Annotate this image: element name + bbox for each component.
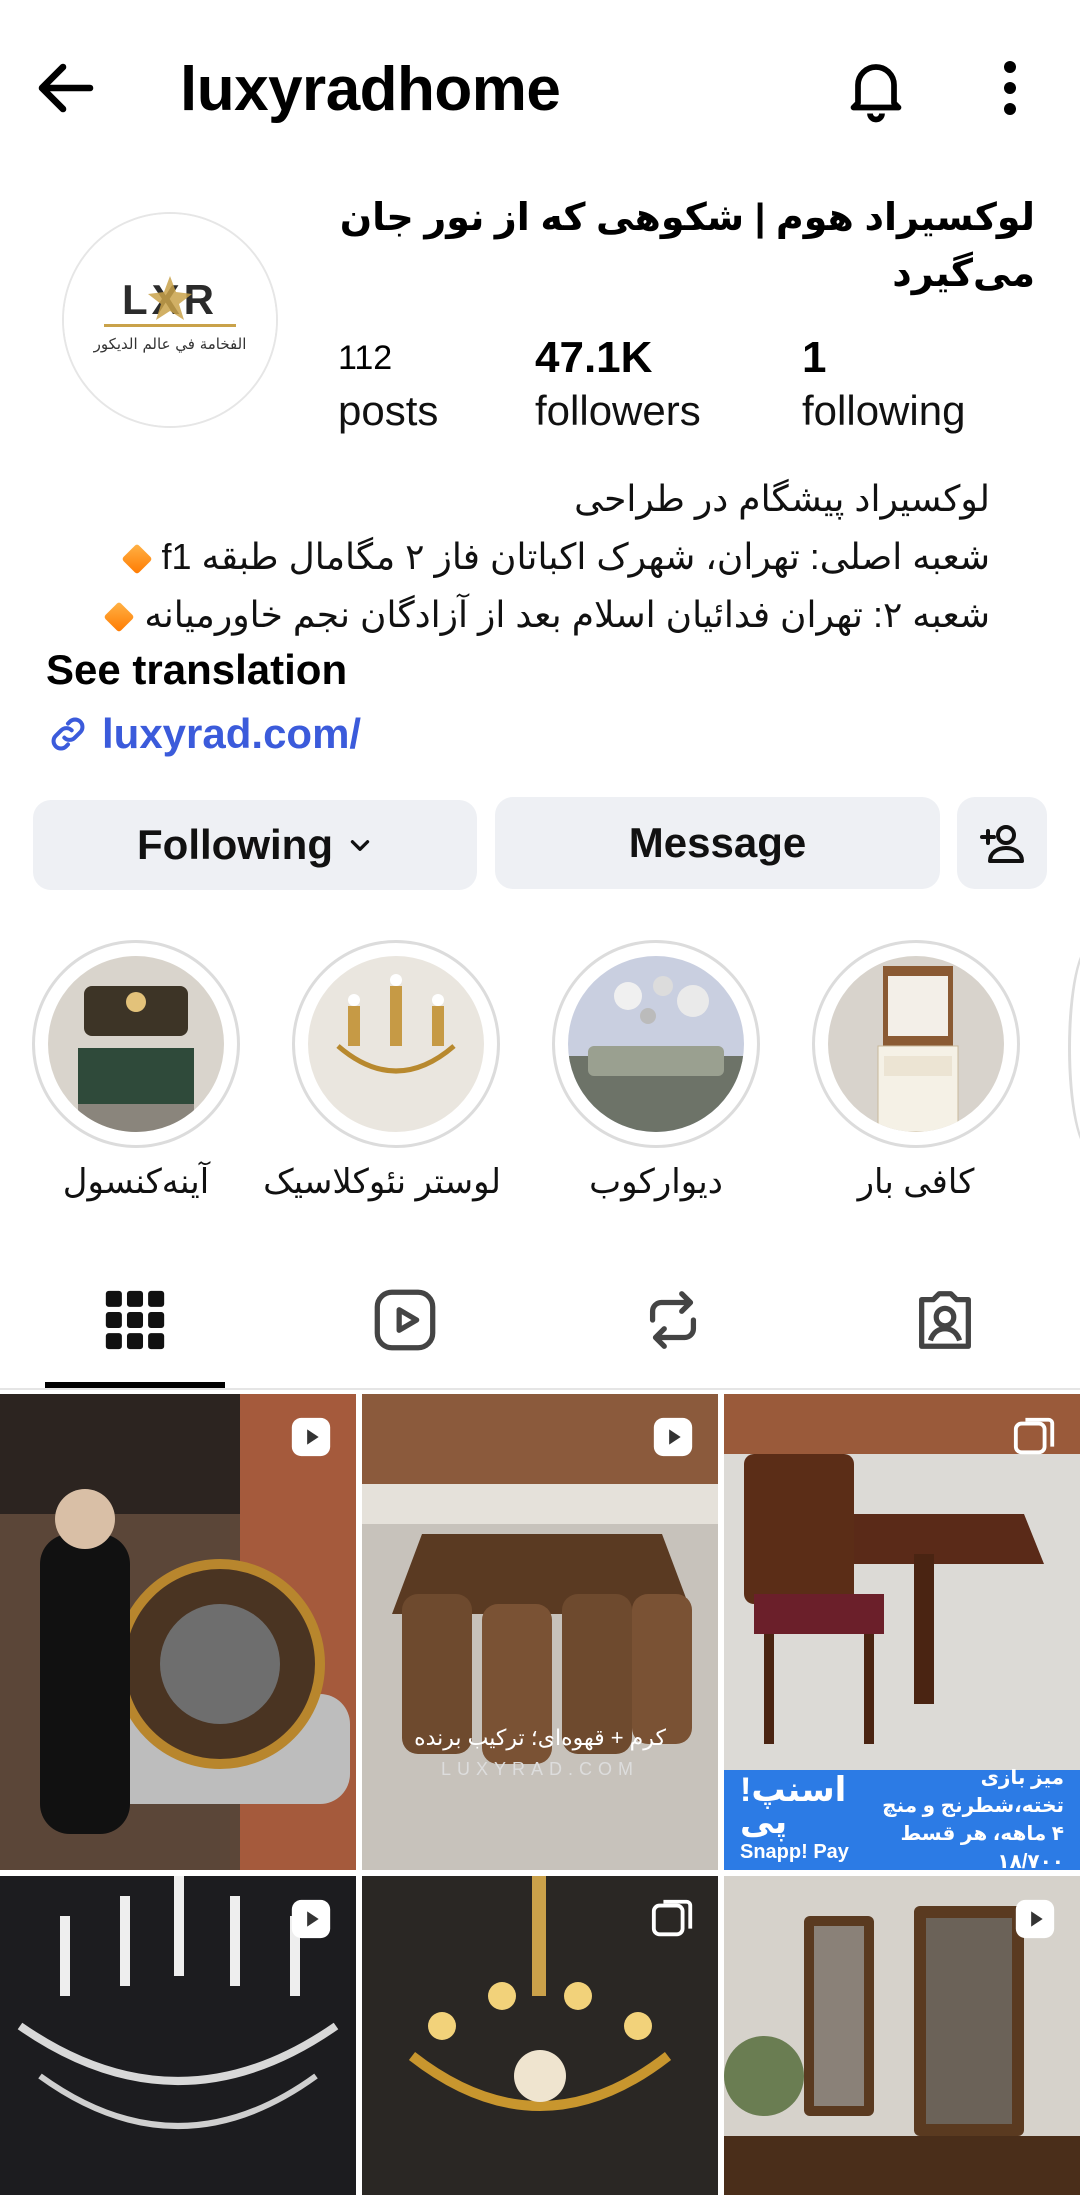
highlight-label: کافی بار — [857, 1163, 975, 1201]
more-vertical-icon[interactable] — [990, 52, 1030, 124]
following-count: 1 — [802, 333, 827, 382]
bio-line-3-text: شعبه ۲: تهران فدائیان اسلام بعد از آزادگ… — [144, 594, 990, 635]
highlight-label: لوستر نئوکلاسیک — [263, 1163, 501, 1201]
post-tile[interactable] — [362, 1876, 718, 2195]
stat-posts: 112 posts — [338, 330, 438, 436]
display-name: لوکسیراد هوم | شکوهی که از نور جان می‌گی… — [339, 197, 1035, 295]
post-tile[interactable] — [0, 1394, 356, 1870]
post-tile[interactable]: کرم + قهوه‌ای؛ ترکیب برنده LUXYRAD.COM — [362, 1394, 718, 1870]
banner-text-2: ۴ ماهه، هر قسط ۱۸/۷۰۰ — [900, 1823, 1064, 1870]
link-icon — [51, 717, 85, 751]
following-button[interactable]: Following — [33, 800, 477, 890]
post-tile[interactable] — [724, 1876, 1080, 2195]
chevron-down-icon — [350, 840, 370, 851]
profile-avatar[interactable]: LXR الفخامة في عالم الديكور — [62, 212, 278, 428]
highlight-cover-image — [308, 956, 484, 1132]
highlight-cover-image — [48, 956, 224, 1132]
reel-badge-icon — [291, 1417, 331, 1457]
bio-line-2-text: شعبه اصلی: تهران، شهرک اکباتان فاز ۲ مگا… — [161, 536, 991, 577]
message-button[interactable]: Message — [495, 797, 940, 889]
highlight-ring — [32, 940, 240, 1148]
grid-icon[interactable] — [100, 1285, 170, 1355]
add-user-button[interactable] — [957, 797, 1047, 889]
posts-label: posts — [338, 387, 439, 434]
profile-tabs — [0, 1265, 1080, 1395]
highlight-item[interactable]: آینه‌کنسول — [31, 940, 241, 1202]
tab-divider — [0, 1388, 1080, 1390]
highlight-label: آینه‌کنسول — [62, 1163, 210, 1201]
post-tile[interactable] — [0, 1876, 356, 2195]
reel-badge-icon — [1015, 1899, 1055, 1939]
reel-badge-icon — [653, 1417, 693, 1457]
banner-texts: میز بازی تخته،شطرنج و منچ ۴ ماهه، هر قسط… — [862, 1764, 1064, 1870]
website-link-text: luxyrad.com/ — [102, 710, 362, 757]
reel-badge-icon — [291, 1899, 331, 1939]
post-caption-overlay: کرم + قهوه‌ای؛ ترکیب برنده LUXYRAD.COM — [362, 1725, 718, 1780]
bio-line-1: لوکسیراد پیشگام در طراحی — [574, 478, 990, 519]
highlight-cover-image — [828, 956, 1004, 1132]
profile-bio: لوکسیراد پیشگام در طراحی شعبه اصلی: تهرا… — [30, 470, 990, 644]
highlight-ring — [292, 940, 500, 1148]
stat-followers[interactable]: 47.1K followers — [535, 330, 701, 436]
followers-label: followers — [535, 387, 701, 434]
add-user-icon — [980, 825, 1024, 863]
snapp-pay-logo-en: Snapp! Pay — [740, 1841, 849, 1863]
snapp-pay-banner: اسنپ! پی Snapp! Pay میز بازی تخته،شطرنج … — [724, 1767, 1080, 1870]
see-translation-link[interactable]: See translation — [46, 642, 347, 698]
carousel-badge-icon — [651, 1899, 693, 1937]
highlight-ring — [552, 940, 760, 1148]
highlight-label: دیوارکوب — [589, 1163, 723, 1201]
posts-grid: کرم + قهوه‌ای؛ ترکیب برنده LUXYRAD.COM ا… — [0, 1394, 1080, 2195]
carousel-badge-icon — [1013, 1417, 1055, 1455]
posts-count: 112 — [338, 339, 393, 377]
highlight-item[interactable]: دیوارکوب — [551, 940, 761, 1202]
top-bar: luxyradhome — [0, 0, 1080, 180]
post-tile[interactable]: اسنپ! پی Snapp! Pay میز بازی تخته،شطرنج … — [724, 1394, 1080, 1870]
post-image — [0, 1394, 356, 1870]
highlight-cover-image — [568, 956, 744, 1132]
orange-diamond-icon — [103, 601, 135, 634]
snapp-pay-logo: اسنپ! پی Snapp! Pay — [740, 1771, 862, 1866]
snapp-pay-logo-fa: اسنپ! پی — [740, 1771, 847, 1841]
highlight-ring — [812, 940, 1020, 1148]
brand-logo-image: LXR الفخامة في عالم الديكور — [64, 214, 276, 426]
highlight-item-partial[interactable] — [1068, 944, 1080, 1152]
profile-username: luxyradhome — [180, 55, 561, 124]
bell-icon[interactable] — [840, 52, 912, 124]
arrow-left-icon[interactable] — [30, 52, 102, 124]
website-link[interactable]: luxyrad.com/ — [46, 706, 361, 762]
reels-icon[interactable] — [370, 1285, 440, 1355]
highlight-item[interactable]: کافی بار — [811, 940, 1021, 1202]
message-button-label: Message — [628, 819, 807, 866]
banner-text-1: میز بازی تخته،شطرنج و منچ — [882, 1767, 1064, 1817]
following-button-label: Following — [137, 821, 333, 868]
bio-line-3: شعبه ۲: تهران فدائیان اسلام بعد از آزادگ… — [30, 586, 990, 644]
orange-diamond-icon — [120, 543, 153, 576]
tagged-icon[interactable] — [910, 1285, 980, 1355]
post-overlay-subtext: LUXYRAD.COM — [440, 1759, 640, 1779]
avatar-caption: الفخامة في عالم الديكور — [93, 335, 247, 354]
post-image — [362, 1394, 718, 1870]
following-label: following — [802, 387, 966, 434]
highlight-item[interactable]: لوستر نئوکلاسیک — [263, 940, 501, 1202]
post-overlay-text: کرم + قهوه‌ای؛ ترکیب برنده — [414, 1725, 666, 1750]
stat-following[interactable]: 1 following — [802, 330, 965, 436]
repost-icon[interactable] — [638, 1285, 708, 1355]
bio-line-2: شعبه اصلی: تهران، شهرک اکباتان فاز ۲ مگا… — [30, 528, 990, 586]
followers-count: 47.1K — [535, 333, 653, 382]
